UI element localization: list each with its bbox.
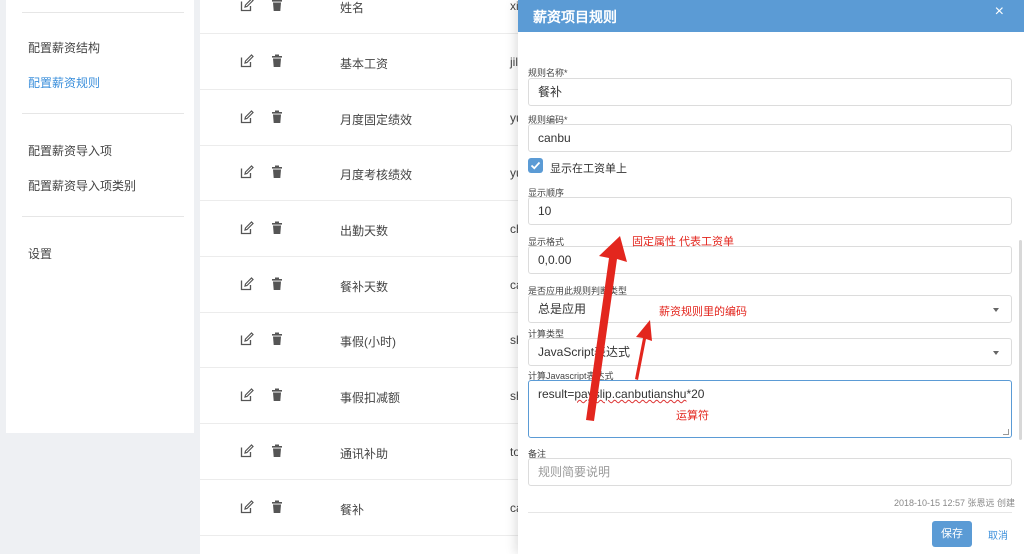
table-row: 餐补 ca <box>200 480 523 536</box>
calc-expr-prefix: result= <box>538 387 575 401</box>
sidebar-divider <box>22 113 184 114</box>
sidebar-item-settings[interactable]: 设置 <box>28 245 52 262</box>
annotation-rule-code: 薪资规则里的编码 <box>659 306 747 318</box>
rule-code: jil <box>510 55 518 69</box>
rule-modal: 薪资项目规则 × 规则名称* 餐补 规则编码* canbu 显示在工资单上 显示… <box>518 0 1024 554</box>
modal-scrollbar[interactable] <box>1019 240 1022 440</box>
chevron-down-icon <box>993 351 999 355</box>
trash-icon[interactable] <box>270 54 284 68</box>
trash-icon[interactable] <box>270 388 284 402</box>
edit-icon[interactable] <box>240 0 254 12</box>
trash-icon[interactable] <box>270 0 284 12</box>
edit-icon[interactable] <box>240 165 254 179</box>
rule-name: 月度固定绩效 <box>340 113 413 127</box>
rule-name: 餐补 <box>340 503 365 517</box>
edit-icon[interactable] <box>240 54 254 68</box>
rule-name: 通讯补助 <box>340 447 389 461</box>
rule-name: 出勤天数 <box>340 224 389 238</box>
sidebar-item-import-items[interactable]: 配置薪资导入项 <box>28 142 112 159</box>
display-format-input[interactable]: 0,0.00 <box>528 246 1012 274</box>
sidebar: 配置薪资结构 配置薪资规则 配置薪资导入项 配置薪资导入项类别 设置 <box>6 0 194 433</box>
calc-expr-suffix: *20 <box>686 387 705 401</box>
table-row: 通讯补助 to <box>200 424 520 480</box>
table-row: 月度考核绩效 yu <box>200 145 523 201</box>
sidebar-item-import-categories[interactable]: 配置薪资导入项类别 <box>28 177 136 194</box>
created-meta: 2018-10-15 12:57 张恩远 创建 <box>893 498 1015 508</box>
rule-name: 基本工资 <box>340 57 389 71</box>
rule-name: 事假(小时) <box>340 335 396 349</box>
footer-divider <box>528 512 1012 513</box>
resize-handle[interactable] <box>1003 429 1009 435</box>
modal-header: 薪资项目规则 × <box>518 0 1024 32</box>
edit-icon[interactable] <box>240 332 254 346</box>
rule-name-input[interactable]: 餐补 <box>528 78 1012 106</box>
chevron-down-icon <box>993 308 999 312</box>
sidebar-item-salary-structure[interactable]: 配置薪资结构 <box>28 39 100 56</box>
edit-icon[interactable] <box>240 110 254 124</box>
calc-expr-variable: payslip.canbutianshu <box>574 387 687 401</box>
rules-table: 姓名 xi 基本工资 jil 月度固定绩效 yu 月度考核绩效 yu 出勤天数 … <box>200 0 523 554</box>
trash-icon[interactable] <box>270 110 284 124</box>
edit-icon[interactable] <box>240 444 254 458</box>
check-icon <box>530 161 541 170</box>
sidebar-divider <box>22 12 184 13</box>
rule-name: 事假扣减额 <box>340 391 401 405</box>
rule-name: 月度考核绩效 <box>340 168 413 182</box>
rule-code-input[interactable]: canbu <box>528 124 1012 152</box>
trash-icon[interactable] <box>270 221 284 235</box>
sidebar-item-salary-rules[interactable]: 配置薪资规则 <box>28 74 100 91</box>
calc-type-select[interactable]: JavaScript表达式 <box>528 338 1012 366</box>
trash-icon[interactable] <box>270 165 284 179</box>
apply-rule-type-value: 总是应用 <box>538 302 587 316</box>
edit-icon[interactable] <box>240 500 254 514</box>
trash-icon[interactable] <box>270 500 284 514</box>
table-row: 事假扣减额 sh <box>200 368 523 424</box>
table-row: 出勤天数 ch <box>200 201 523 257</box>
trash-icon[interactable] <box>270 444 284 458</box>
trash-icon[interactable] <box>270 277 284 291</box>
remark-input[interactable]: 规则简要说明 <box>528 458 1012 486</box>
table-row: 基本工资 jil <box>200 34 520 90</box>
show-on-payslip-checkbox[interactable] <box>528 158 543 173</box>
edit-icon[interactable] <box>240 277 254 291</box>
table-row: 事假(小时) sh <box>200 312 523 368</box>
apply-rule-type-select[interactable]: 总是应用 <box>528 295 1012 323</box>
modal-title: 薪资项目规则 <box>533 9 617 25</box>
cancel-button[interactable]: 取消 <box>988 527 1008 542</box>
display-order-input[interactable]: 10 <box>528 197 1012 225</box>
rule-name: 餐补天数 <box>340 280 389 294</box>
trash-icon[interactable] <box>270 332 284 346</box>
table-row: 餐补天数 ca <box>200 257 523 313</box>
edit-icon[interactable] <box>240 388 254 402</box>
calc-expr-textarea[interactable]: result=payslip.canbutianshu*20 <box>528 380 1012 438</box>
edit-icon[interactable] <box>240 221 254 235</box>
annotation-operator: 运算符 <box>676 410 709 422</box>
rule-name: 姓名 <box>340 1 365 15</box>
sidebar-divider <box>22 216 184 217</box>
save-button[interactable]: 保存 <box>932 521 972 547</box>
close-icon[interactable]: × <box>995 3 1004 21</box>
calc-type-value: JavaScript表达式 <box>538 345 631 359</box>
table-row: 姓名 xi <box>200 0 520 34</box>
table-row: 月度固定绩效 yu <box>200 90 523 146</box>
annotation-fixed-attr: 固定属性 代表工资单 <box>632 236 735 248</box>
show-on-payslip-label: 显示在工资单上 <box>550 163 627 175</box>
